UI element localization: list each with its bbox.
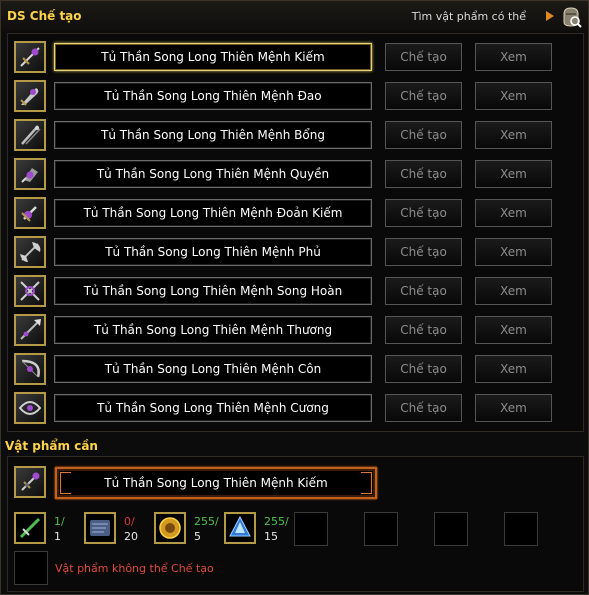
material-need-count: 15 (264, 530, 278, 543)
material-have-count: 1/ (54, 515, 65, 528)
play-icon[interactable] (546, 11, 554, 21)
recipe-row[interactable]: Tủ Thần Song Long Thiên Mệnh Quyền Chế tạ… (14, 158, 574, 190)
view-button[interactable]: Xem (475, 355, 552, 383)
blade-icon[interactable] (14, 80, 46, 112)
view-button[interactable]: Xem (475, 43, 552, 71)
sword-icon[interactable] (14, 41, 46, 73)
recipe-name[interactable]: Tủ Thần Song Long Thiên Mệnh Quyền (54, 160, 372, 188)
dagger-icon[interactable] (14, 197, 46, 229)
material-have-count: 255/ (194, 515, 219, 528)
chakram-icon[interactable] (14, 392, 46, 424)
recipe-name[interactable]: Tủ Thần Song Long Thiên Mệnh Song Hoàn (54, 277, 372, 305)
view-button[interactable]: Xem (475, 121, 552, 149)
spear-icon[interactable] (14, 314, 46, 346)
material-have-count: 0/ (124, 515, 135, 528)
axe-icon[interactable] (14, 236, 46, 268)
recipe-row[interactable]: Tủ Thần Song Long Thiên Mệnh Bổng Chế tạo… (14, 119, 574, 151)
craft-button[interactable]: Chế tạo (385, 238, 462, 266)
empty-material-slot[interactable] (294, 512, 328, 546)
material-need-count: 20 (124, 530, 138, 543)
view-button[interactable]: Xem (475, 82, 552, 110)
recipe-name[interactable]: Tủ Thần Song Long Thiên Mệnh Phủ (54, 238, 372, 266)
result-slot[interactable] (14, 551, 48, 585)
recipe-name[interactable]: Tủ Thần Song Long Thiên Mệnh Đao (54, 82, 372, 110)
twin-rings-icon[interactable] (14, 275, 46, 307)
craft-status-text: Vật phẩm không thể Chế tạo (55, 562, 214, 575)
craft-panel: DS Chế tạo Tìm vật phẩm có thể Tủ Thần S… (0, 0, 589, 595)
required-item-sword-icon[interactable] (14, 466, 46, 498)
required-item-label: Tủ Thần Song Long Thiên Mệnh Kiếm (104, 476, 328, 490)
required-items-label: Vật phẩm cần (5, 439, 98, 453)
recipe-name[interactable]: Tủ Thần Song Long Thiên Mệnh Bổng (54, 121, 372, 149)
material-have-count: 255/ (264, 515, 289, 528)
view-button[interactable]: Xem (475, 238, 552, 266)
ornament-right (361, 472, 372, 494)
empty-material-slot[interactable] (434, 512, 468, 546)
empty-material-slot[interactable] (504, 512, 538, 546)
craft-button[interactable]: Chế tạo (385, 82, 462, 110)
material-need-count: 5 (194, 530, 201, 543)
recipe-row[interactable]: Tủ Thần Song Long Thiên Mệnh Song Hoàn Ch… (14, 275, 574, 307)
craft-button[interactable]: Chế tạo (385, 121, 462, 149)
staff-icon[interactable] (14, 119, 46, 151)
recipe-name[interactable]: Tủ Thần Song Long Thiên Mệnh Thương (54, 316, 372, 344)
recipe-row[interactable]: Tủ Thần Song Long Thiên Mệnh Đoản Kiếm Ch… (14, 197, 574, 229)
recipe-name[interactable]: Tủ Thần Song Long Thiên Mệnh Cương (54, 394, 372, 422)
search-craftable-label[interactable]: Tìm vật phẩm có thể (412, 10, 526, 23)
empty-material-slot[interactable] (364, 512, 398, 546)
view-button[interactable]: Xem (475, 316, 552, 344)
recipe-name[interactable]: Tủ Thần Song Long Thiên Mệnh Đoản Kiếm (54, 199, 372, 227)
view-button[interactable]: Xem (475, 199, 552, 227)
recipe-row[interactable]: Tủ Thần Song Long Thiên Mệnh Kiếm Chế tạo… (14, 41, 574, 73)
panel-title: DS Chế tạo (7, 9, 82, 23)
green-blade-icon[interactable] (14, 512, 46, 544)
panel-header: DS Chế tạo Tìm vật phẩm có thể (1, 1, 588, 31)
craft-button[interactable]: Chế tạo (385, 316, 462, 344)
recipe-row[interactable]: Tủ Thần Song Long Thiên Mệnh Cương Chế tạ… (14, 392, 574, 424)
recipe-name[interactable]: Tủ Thần Song Long Thiên Mệnh Kiếm (54, 43, 372, 71)
recipe-row[interactable]: Tủ Thần Song Long Thiên Mệnh Côn Chế tạo X… (14, 353, 574, 385)
view-button[interactable]: Xem (475, 277, 552, 305)
material-need-count: 1 (54, 530, 61, 543)
craft-button[interactable]: Chế tạo (385, 277, 462, 305)
gold-coin-icon[interactable] (154, 512, 186, 544)
required-item-name: Tủ Thần Song Long Thiên Mệnh Kiếm (55, 467, 377, 499)
view-button[interactable]: Xem (475, 160, 552, 188)
recipe-row[interactable]: Tủ Thần Song Long Thiên Mệnh Thương Chế t… (14, 314, 574, 346)
craft-button[interactable]: Chế tạo (385, 199, 462, 227)
view-button[interactable]: Xem (475, 394, 552, 422)
craft-button[interactable]: Chế tạo (385, 355, 462, 383)
ornament-left (60, 472, 71, 494)
craft-button[interactable]: Chế tạo (385, 394, 462, 422)
fist-icon[interactable] (14, 158, 46, 190)
recipe-name[interactable]: Tủ Thần Song Long Thiên Mệnh Côn (54, 355, 372, 383)
craft-button[interactable]: Chế tạo (385, 160, 462, 188)
search-bag-icon[interactable] (560, 6, 582, 28)
craft-button[interactable]: Chế tạo (385, 43, 462, 71)
bow-icon[interactable] (14, 353, 46, 385)
recipe-row[interactable]: Tủ Thần Song Long Thiên Mệnh Phủ Chế tạo X… (14, 236, 574, 268)
scroll-icon[interactable] (84, 512, 116, 544)
crystal-icon[interactable] (224, 512, 256, 544)
recipe-row[interactable]: Tủ Thần Song Long Thiên Mệnh Đao Chế tạo X… (14, 80, 574, 112)
